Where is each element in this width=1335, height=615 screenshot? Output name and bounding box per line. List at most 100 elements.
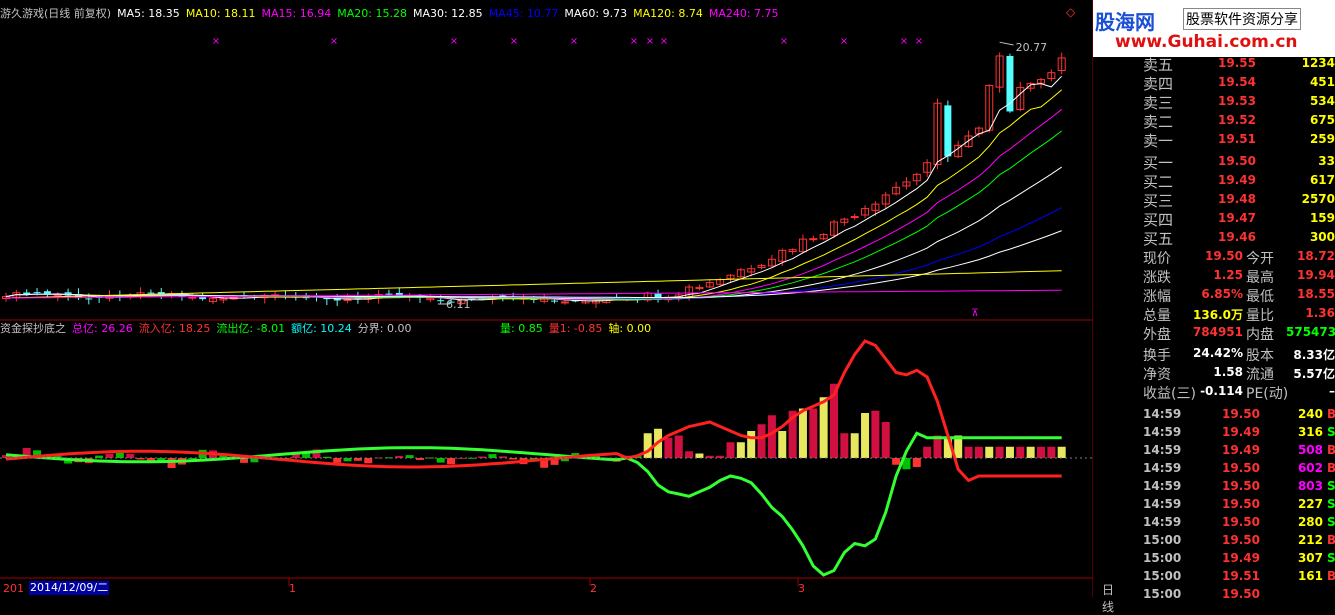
tick-side: S: [1327, 425, 1335, 439]
tick-row: 15:00 19.50 212 B: [1143, 532, 1335, 550]
ask-row[interactable]: 卖一 19.51 259: [1143, 130, 1335, 150]
stat-label: 净资: [1143, 367, 1171, 383]
ma-line-20: [5, 130, 1063, 301]
ask-price: 19.54: [1218, 75, 1256, 89]
tick-volume: 161: [1297, 569, 1323, 583]
ma-legend-7: MA120: 8.74: [633, 7, 703, 20]
bid-row[interactable]: 买一 19.50 33: [1143, 152, 1335, 172]
stat-value: 8.33亿: [1293, 348, 1335, 362]
flow-bar: [861, 413, 870, 458]
candle-body: [437, 300, 445, 302]
bid-price: 19.46: [1218, 230, 1256, 244]
tick-side: B: [1327, 407, 1335, 421]
tick-price: 19.51: [1222, 569, 1260, 583]
kline-chart[interactable]: 18.0016.0014.0012.0010.008.004.002.000.0…: [0, 0, 1093, 597]
tick-time: 14:59: [1143, 497, 1182, 511]
bid-label: 买二: [1143, 173, 1174, 191]
candle-body: [385, 293, 393, 295]
tick-row: 14:59 19.50 602 B: [1143, 460, 1335, 478]
tick-time: 15:00: [1143, 587, 1182, 601]
stat-value: –: [1329, 384, 1335, 398]
tick-row: 15:00 19.50: [1143, 586, 1335, 604]
tick-side: B: [1327, 569, 1335, 583]
flow-bar: [1005, 446, 1014, 458]
tick-row: 15:00 19.49 307 S: [1143, 550, 1335, 568]
ma-line-5: [5, 75, 1063, 302]
stat-label: 今开: [1246, 251, 1274, 267]
tick-time: 14:59: [1143, 443, 1182, 457]
flow-bar: [881, 422, 890, 458]
signal-marker: ×: [780, 36, 788, 47]
ask-price: 19.51: [1218, 132, 1256, 146]
flow-bar: [974, 446, 983, 458]
candle-body: [850, 216, 859, 219]
flow-bar: [747, 431, 756, 458]
month-label-3: 3: [798, 582, 805, 595]
stat-label: 股本: [1246, 348, 1274, 364]
tick-side: B: [1327, 443, 1335, 457]
signal-marker-small: ⊼: [971, 308, 978, 319]
ask-row[interactable]: 卖二 19.52 675: [1143, 111, 1335, 131]
signal-marker: ×: [915, 36, 923, 47]
ma-line-30: [5, 166, 1062, 300]
candle-body: [147, 292, 155, 294]
stat-row: 总量 136.0万 量比 1.36: [1143, 305, 1335, 324]
stat-value: 784951: [1192, 325, 1243, 339]
stat-value: 6.85%: [1201, 287, 1243, 301]
bid-volume: 159: [1309, 211, 1335, 225]
tick-row: 14:59 19.50 227 S: [1143, 496, 1335, 514]
stat-value: 18.72: [1297, 249, 1335, 263]
main-info-line: 游久游戏(日线 前复权) MA5: 18.35 MA10: 18.11 MA15: 1…: [0, 6, 791, 22]
ask-row[interactable]: 卖四 19.54 451: [1143, 73, 1335, 93]
signal-marker: ×: [840, 36, 848, 47]
bid-row[interactable]: 买五 19.46 300: [1143, 228, 1335, 248]
stat-value: 19.50: [1205, 249, 1243, 263]
bid-label: 买五: [1143, 230, 1174, 248]
tick-row: 14:59 19.50 280 S: [1143, 514, 1335, 532]
diamond-marker[interactable]: ◇: [1066, 5, 1075, 19]
bid-row[interactable]: 买三 19.48 2570: [1143, 190, 1335, 210]
signal-marker: ×: [570, 36, 578, 47]
flow-bar: [1037, 446, 1045, 458]
flow-bar: [1047, 446, 1056, 458]
stat-label: 涨幅: [1143, 289, 1171, 305]
flow-bar: [798, 408, 807, 458]
month-label-2: 2: [590, 582, 597, 595]
tick-row: 14:59 19.49 316 S: [1143, 424, 1335, 442]
flow-bar: [767, 415, 776, 458]
stat-label: 外盘: [1143, 327, 1171, 343]
stat-label: 流通: [1246, 367, 1274, 383]
ask-price: 19.52: [1218, 113, 1256, 127]
ask-row[interactable]: 卖三 19.53 534: [1143, 92, 1335, 112]
bid-label: 买三: [1143, 192, 1174, 210]
chart-panel[interactable]: 18.0016.0014.0012.0010.008.004.002.000.0…: [0, 0, 1114, 614]
logo-url: www.Guhai.com.cn: [1115, 32, 1298, 52]
bid-row[interactable]: 买四 19.47 159: [1143, 209, 1335, 229]
bid-row[interactable]: 买二 19.49 617: [1143, 171, 1335, 191]
tick-price: 19.50: [1222, 533, 1260, 547]
flow-bar: [892, 458, 901, 465]
flow-bar: [819, 397, 828, 458]
stat-row: 净资 1.58 流通 5.57亿: [1143, 364, 1335, 383]
tick-time: 14:59: [1143, 425, 1182, 439]
tick-row: 14:59 19.49 508 B: [1143, 442, 1335, 460]
sub-info-line-2: 量: 0.85 量1: -0.85 轴: 0.00: [500, 321, 663, 337]
flow-bar: [726, 442, 735, 458]
stat-row: 换手 24.42% 股本 8.33亿: [1143, 345, 1335, 364]
stat-value: 19.94: [1297, 268, 1335, 282]
flow-bar: [985, 446, 994, 458]
stat-value: 1.36: [1305, 306, 1335, 320]
tick-time: 14:59: [1143, 461, 1182, 475]
candle-body: [551, 300, 559, 302]
tick-time: 15:00: [1143, 533, 1182, 547]
bid-price: 19.48: [1218, 192, 1256, 206]
tick-price: 19.50: [1222, 497, 1260, 511]
quote-panel: 卖五 19.55 1234 卖四 19.54 451 卖三 19.53 534 卖二 19.52 67…: [1093, 0, 1335, 601]
stat-value: 575473: [1286, 325, 1335, 339]
flow-bar: [364, 458, 373, 464]
stat-value: 1.25: [1213, 268, 1243, 282]
logo-cn-sub: 股票软件资源分享: [1183, 8, 1301, 30]
tick-price: 19.50: [1222, 461, 1260, 475]
tick-volume: 227: [1297, 497, 1323, 511]
candle-body: [199, 297, 207, 300]
